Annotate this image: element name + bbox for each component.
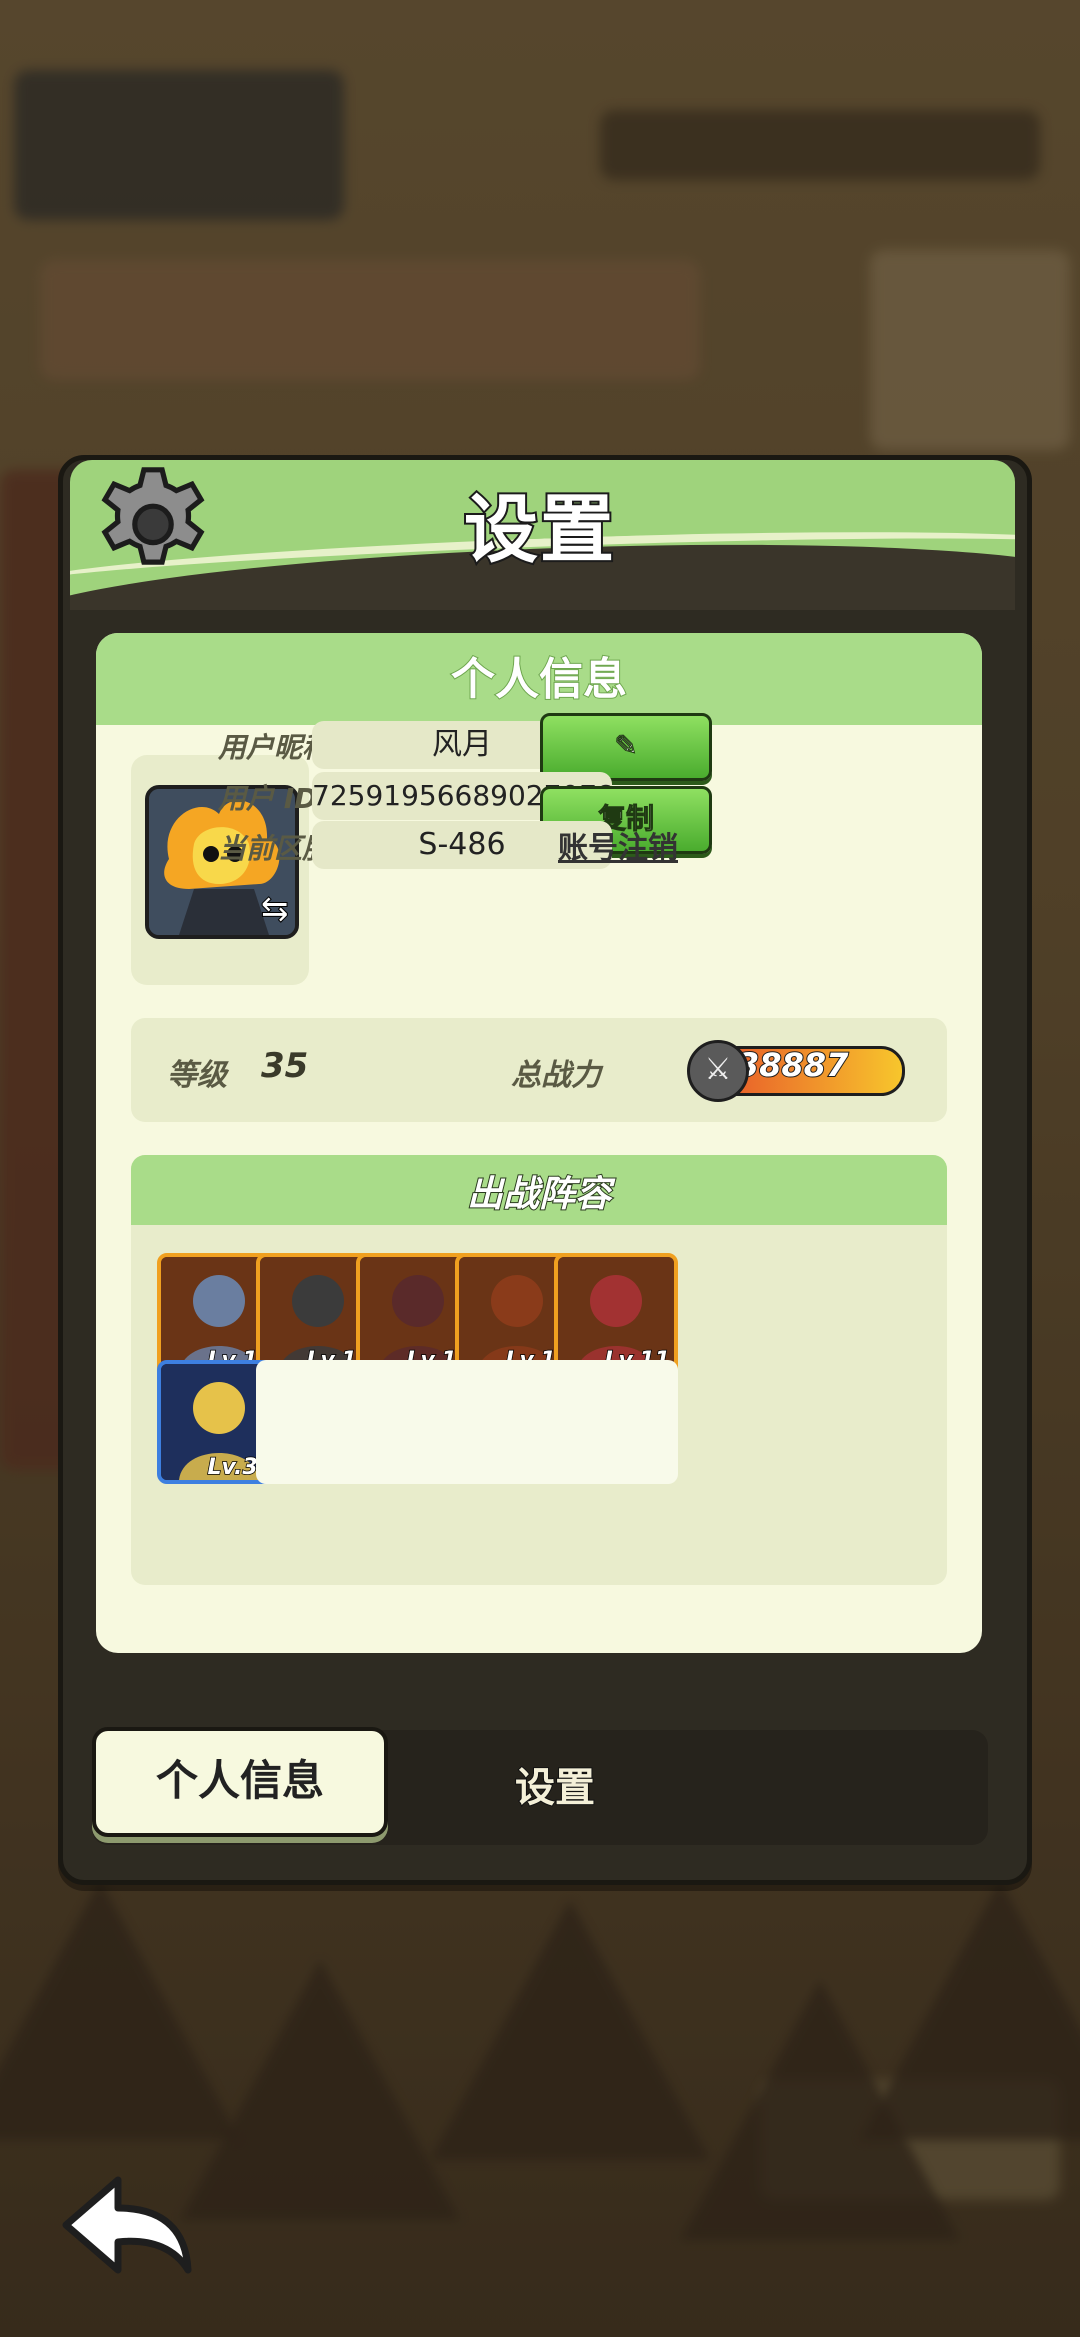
tab-settings[interactable]: 设置 [470, 1755, 640, 1813]
profile-card: 个人信息 ⇆ 用户昵称 风月 ✎ 用户 ID 72591956689027078… [96, 633, 982, 1653]
account-cancel-link[interactable]: 账号注销 [558, 823, 678, 867]
team-lineup: 出战阵容 Lv.10Lv.14Lv.14Lv.10Lv.11Lv.30 [131, 1155, 947, 1585]
stats-row: 等级 35 总战力 38887 ⚔ [131, 1018, 947, 1122]
level-value: 35 [261, 1046, 309, 1086]
edit-nickname-button[interactable]: ✎ [540, 713, 712, 781]
power-value: 38887 [736, 1045, 849, 1085]
edit-pencil-icon: ✎ [614, 729, 638, 763]
power-label: 总战力 [511, 1058, 601, 1093]
team-title: 出战阵容 [466, 1173, 612, 1216]
userid-label: 用户 ID [218, 782, 318, 815]
tab-personal-info[interactable]: 个人信息 [92, 1727, 388, 1837]
hero-slot[interactable]: Lv.11 [554, 1253, 678, 1377]
back-arrow-icon[interactable] [58, 2170, 198, 2280]
crossed-swords-icon: ⚔ [687, 1040, 749, 1102]
card-title: 个人信息 [450, 653, 628, 706]
swap-avatar-icon[interactable]: ⇆ [260, 889, 289, 930]
level-label: 等级 [167, 1058, 227, 1093]
empty-hero-slot[interactable] [554, 1360, 678, 1484]
page-title: 设置 [462, 485, 616, 575]
power-badge: 38887 ⚔ [687, 1040, 917, 1102]
